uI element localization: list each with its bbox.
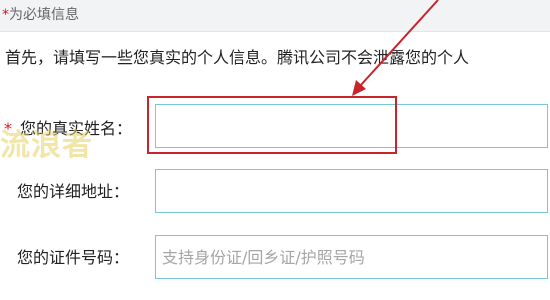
id-number-label: 您的证件号码： [17, 248, 130, 267]
address-input[interactable] [155, 169, 548, 213]
id-number-input[interactable] [155, 235, 548, 279]
real-name-label: * 您的真实姓名： [4, 118, 132, 140]
annotation-arrow-head [352, 80, 366, 96]
real-name-required-star: * [4, 119, 12, 138]
real-name-input[interactable] [155, 104, 548, 148]
required-star: * [2, 7, 9, 23]
required-note-text: 为必填信息 [9, 7, 79, 23]
intro-text: 首先，请填写一些您真实的个人信息。腾讯公司不会泄露您的个人 [5, 48, 470, 67]
address-label: 您的详细地址： [17, 182, 130, 201]
qq-appeal-form-page: *为必填信息 首先，请填写一些您真实的个人信息。腾讯公司不会泄露您的个人 * 您的… [0, 0, 550, 300]
required-info-bar: *为必填信息 [0, 0, 550, 32]
required-note: *为必填信息 [2, 5, 79, 25]
real-name-label-text: 您的真实姓名： [20, 119, 133, 138]
